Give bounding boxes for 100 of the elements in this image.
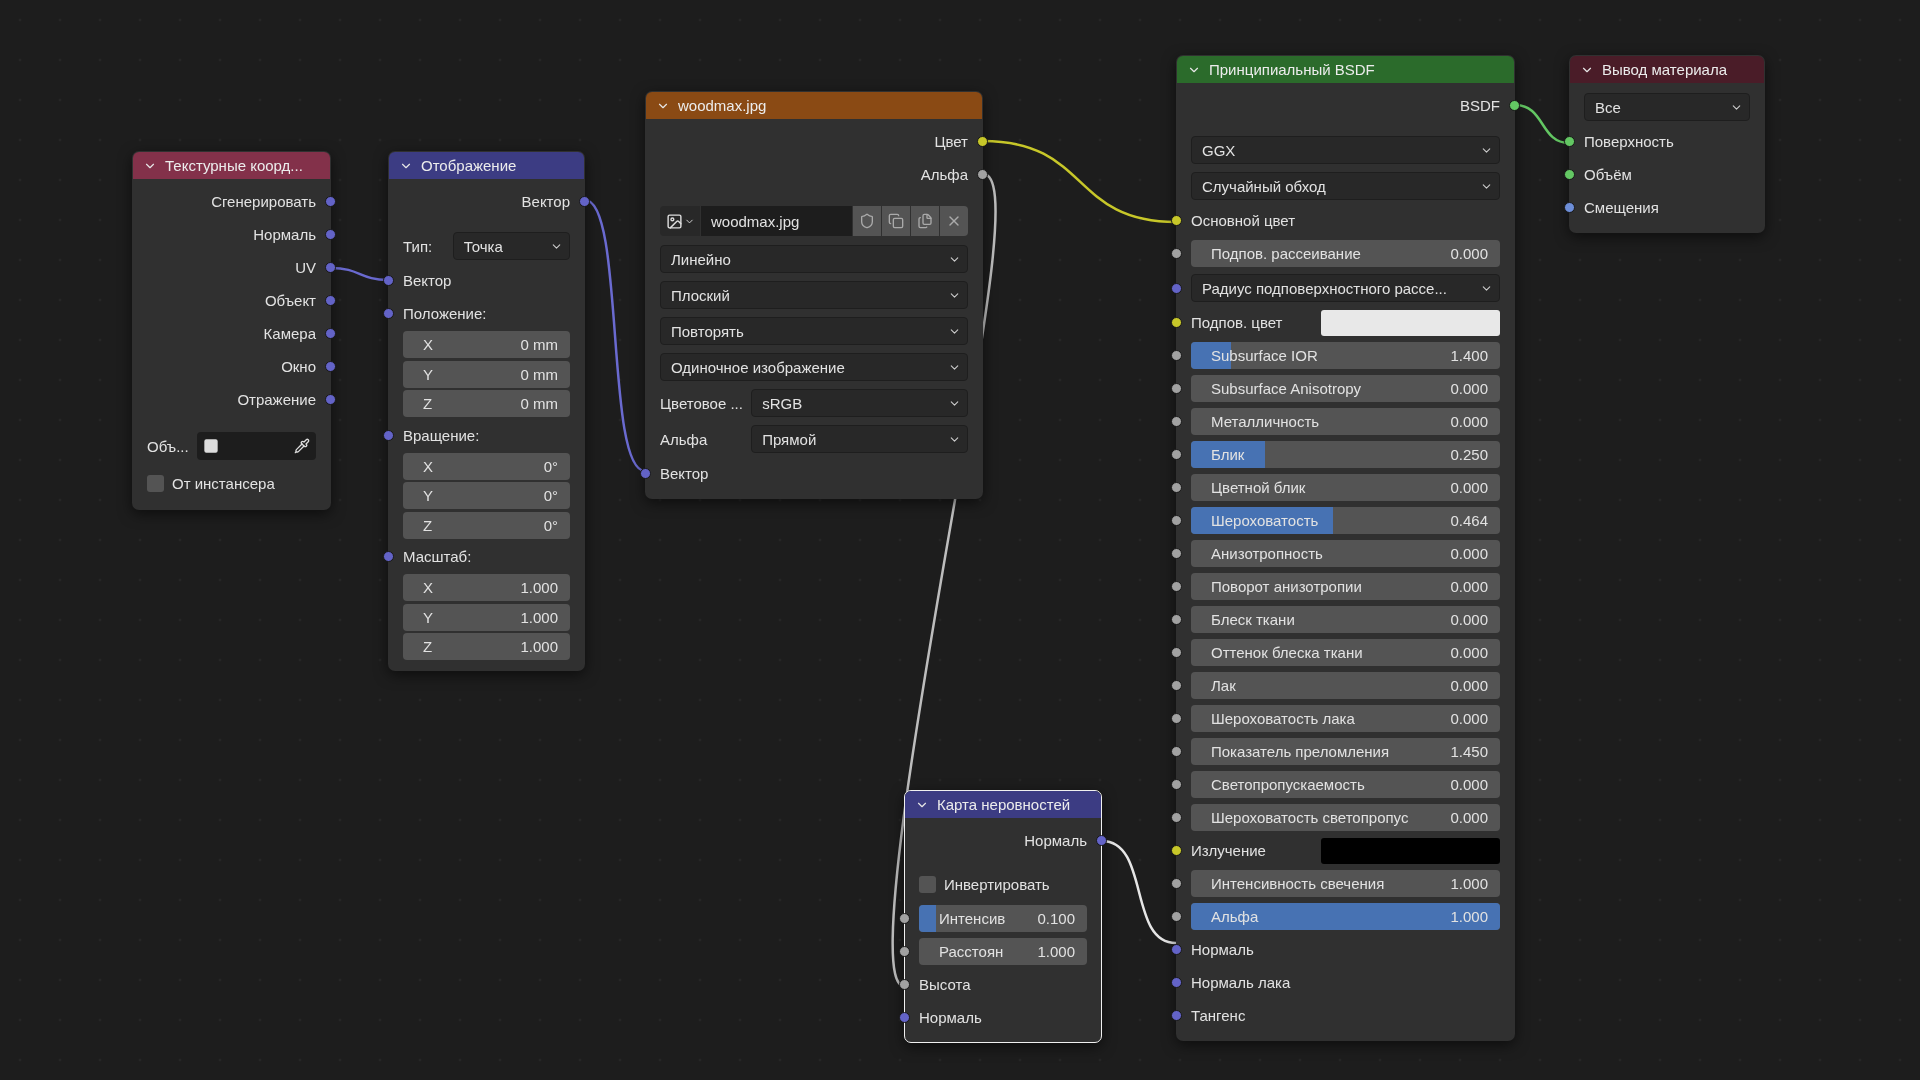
socket-dot[interactable] <box>325 328 336 339</box>
socket-dot[interactable] <box>325 361 336 372</box>
number-field[interactable]: Z 1.000 <box>403 633 570 661</box>
socket-dot[interactable] <box>1171 515 1182 526</box>
socket-dot[interactable] <box>1171 977 1182 988</box>
value-slider[interactable]: Блик 0.250 <box>1191 441 1500 468</box>
socket-dot[interactable] <box>383 275 394 286</box>
socket-dot[interactable] <box>1171 647 1182 658</box>
socket-dot[interactable] <box>640 468 651 479</box>
socket-dot[interactable] <box>1171 317 1182 328</box>
value-slider[interactable]: Шероховатость лака 0.000 <box>1191 705 1500 732</box>
socket-dot[interactable] <box>1171 713 1182 724</box>
value-slider[interactable]: Интенсив 0.100 <box>919 905 1087 932</box>
value-slider[interactable]: Показатель преломления 1.450 <box>1191 738 1500 765</box>
number-field[interactable]: Y 0 mm <box>403 360 570 388</box>
socket-dot[interactable] <box>1564 169 1575 180</box>
new-image-button[interactable] <box>882 206 910 236</box>
number-field[interactable]: X 0° <box>403 452 570 480</box>
dropdown[interactable]: Линейно <box>660 245 968 273</box>
socket-dot[interactable] <box>1171 282 1182 294</box>
socket-dot[interactable] <box>325 229 336 240</box>
open-image-button[interactable] <box>911 206 939 236</box>
fake-user-button[interactable] <box>853 206 881 236</box>
value-slider[interactable]: Металличность 0.000 <box>1191 408 1500 435</box>
dropdown[interactable]: Все <box>1584 93 1750 121</box>
socket-dot[interactable] <box>1171 911 1182 922</box>
socket-dot[interactable] <box>383 429 394 441</box>
socket-dot[interactable] <box>325 262 336 273</box>
socket-dot[interactable] <box>1171 680 1182 691</box>
socket-dot[interactable] <box>1509 100 1520 111</box>
socket-dot[interactable] <box>325 394 336 405</box>
socket-dot[interactable] <box>579 196 590 207</box>
number-field[interactable]: X 1.000 <box>403 574 570 602</box>
dropdown[interactable]: Прямой <box>751 425 968 453</box>
image-name-field[interactable]: woodmax.jpg <box>701 206 852 236</box>
value-slider[interactable]: Анизотропность 0.000 <box>1191 540 1500 567</box>
socket-dot[interactable] <box>1171 779 1182 790</box>
socket-dot[interactable] <box>1171 248 1182 259</box>
socket-label: Отражение <box>237 391 316 408</box>
number-field[interactable]: Z 0 mm <box>403 390 570 418</box>
value-slider[interactable]: Шероховатость светопропус 0.000 <box>1191 804 1500 831</box>
socket-dot[interactable] <box>1171 581 1182 592</box>
socket-dot[interactable] <box>1171 1010 1182 1021</box>
number-field[interactable]: Y 0° <box>403 482 570 510</box>
socket-dot[interactable] <box>1171 350 1182 361</box>
socket-dot[interactable] <box>899 979 910 990</box>
socket-dot[interactable] <box>1171 812 1182 823</box>
value-slider[interactable]: Лак 0.000 <box>1191 672 1500 699</box>
number-field[interactable]: Z 0° <box>403 511 570 539</box>
socket-dot[interactable] <box>1564 136 1575 147</box>
dropdown[interactable]: sRGB <box>751 389 968 417</box>
socket-dot[interactable] <box>1171 449 1182 460</box>
value-slider[interactable]: Интенсивность свечения 1.000 <box>1191 870 1500 897</box>
dropdown[interactable]: GGX <box>1191 136 1500 164</box>
socket-dot[interactable] <box>1171 482 1182 493</box>
object-field[interactable] <box>196 432 316 460</box>
socket-dot[interactable] <box>1171 215 1182 226</box>
socket-dot[interactable] <box>977 169 988 180</box>
socket-dot[interactable] <box>1171 845 1182 856</box>
value-slider[interactable]: Блеск ткани 0.000 <box>1191 606 1500 633</box>
value-slider[interactable]: Альфа 1.000 <box>1191 903 1500 930</box>
socket-dot[interactable] <box>977 136 988 147</box>
socket-dot[interactable] <box>1171 383 1182 394</box>
number-field[interactable]: X 0 mm <box>403 331 570 359</box>
socket-dot[interactable] <box>1096 835 1107 846</box>
socket-dot[interactable] <box>1564 202 1575 213</box>
dropdown[interactable]: Повторять <box>660 317 968 345</box>
socket-dot[interactable] <box>1171 878 1182 889</box>
socket-dot[interactable] <box>325 295 336 306</box>
socket-dot[interactable] <box>383 308 394 319</box>
dropdown[interactable]: Точка <box>452 232 570 260</box>
dropdown[interactable]: Радиус подповерхностного рассе... <box>1191 274 1500 302</box>
checkbox[interactable] <box>147 475 164 492</box>
value-slider[interactable]: Светопропускаемость 0.000 <box>1191 771 1500 798</box>
socket-dot[interactable] <box>325 196 336 207</box>
value-slider[interactable]: Цветной блик 0.000 <box>1191 474 1500 501</box>
socket-dot[interactable] <box>1171 416 1182 427</box>
color-swatch[interactable] <box>1320 309 1500 336</box>
color-swatch[interactable] <box>1320 837 1500 864</box>
socket-dot[interactable] <box>1171 548 1182 559</box>
socket-dot[interactable] <box>1171 746 1182 757</box>
socket-label: Нормаль лака <box>1191 974 1291 991</box>
socket-dot[interactable] <box>383 551 394 562</box>
dropdown[interactable]: Случайный обход <box>1191 172 1500 200</box>
value-slider[interactable]: Поворот анизотропии 0.000 <box>1191 573 1500 600</box>
value-slider[interactable]: Подпов. рассеивание 0.000 <box>1191 240 1500 267</box>
socket-dot[interactable] <box>899 1012 910 1023</box>
socket-dot[interactable] <box>1171 614 1182 625</box>
value-slider[interactable]: Расстоян 1.000 <box>919 938 1087 965</box>
value-slider[interactable]: Шероховатость 0.464 <box>1191 507 1500 534</box>
value-slider[interactable]: Оттенок блеска ткани 0.000 <box>1191 639 1500 666</box>
socket-dot[interactable] <box>899 946 910 957</box>
number-field[interactable]: Y 1.000 <box>403 603 570 631</box>
socket-dot[interactable] <box>1171 944 1182 955</box>
value-slider[interactable]: Subsurface Anisotropy 0.000 <box>1191 375 1500 402</box>
socket-dot[interactable] <box>899 913 910 924</box>
image-browse-button[interactable] <box>660 206 700 236</box>
dropdown[interactable]: Плоский <box>660 281 968 309</box>
dropdown[interactable]: Одиночное изображение <box>660 353 968 381</box>
checkbox[interactable] <box>919 876 936 893</box>
